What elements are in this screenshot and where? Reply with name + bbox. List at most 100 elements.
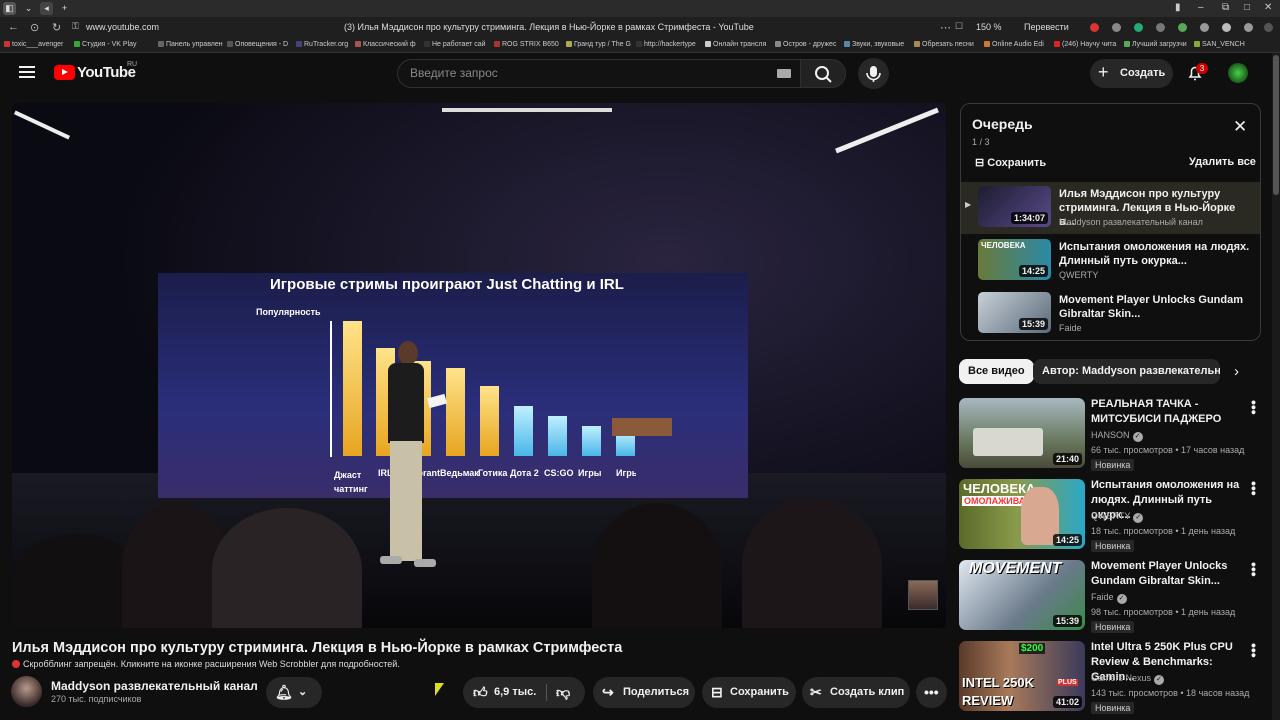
active-tab[interactable]: ◂ xyxy=(40,2,53,15)
bookmark-item[interactable]: Остров - дружес xyxy=(775,41,836,48)
tab-icon[interactable]: ◧ xyxy=(3,2,16,15)
channel-avatar[interactable] xyxy=(11,676,42,707)
recommended-video[interactable]: ЧЕЛОВЕКА ОМОЛАЖИВАЮТ?! 14:25 Испытания о… xyxy=(959,479,1262,552)
bookmark-item[interactable]: Студия - VK Play xyxy=(74,41,137,48)
channel-name[interactable]: Maddyson развлекательный канал xyxy=(51,679,258,693)
bookmark-item[interactable]: Лучший загрузчи xyxy=(1124,41,1187,48)
bookmark-item[interactable]: Классический ф xyxy=(355,41,416,48)
recommended-video[interactable]: 21:40 РЕАЛЬНАЯ ТАЧКА - МИТСУБИСИ ПАДЖЕРО… xyxy=(959,398,1262,471)
more-horizontal-icon: ••• xyxy=(924,684,939,700)
url-text[interactable]: www.youtube.com xyxy=(86,22,159,32)
queue-save-label: Сохранить xyxy=(987,157,1047,169)
extension-icon[interactable] xyxy=(1178,23,1187,32)
bookmark-item[interactable]: (246) Научу чита xyxy=(1054,41,1116,48)
dislike-icon[interactable]: 👎︎ xyxy=(556,683,570,701)
more-actions-button[interactable]: ••• xyxy=(916,677,947,708)
like-icon[interactable]: 👍︎ xyxy=(473,683,488,701)
back-icon[interactable]: ← xyxy=(8,21,19,33)
bookmark-item[interactable]: Звуки, звуковые xyxy=(844,41,904,48)
menu-icon[interactable] xyxy=(1264,23,1273,32)
profile-icon[interactable] xyxy=(1244,23,1253,32)
thumb-text: $200 xyxy=(1019,643,1046,654)
bookmark-item[interactable]: RuTracker.org xyxy=(296,41,348,48)
search-icon xyxy=(815,66,832,83)
bookmark-icon: ⊟ xyxy=(975,157,985,169)
forward-icon[interactable]: ⊙ xyxy=(30,21,39,34)
end-screen-thumbnail[interactable] xyxy=(908,580,938,610)
scrollbar-thumb[interactable] xyxy=(1273,55,1279,195)
subscribe-bell-button[interactable]: 🔔︎ ⌄ xyxy=(266,677,322,708)
queue-delete-all-button[interactable]: Удалить все xyxy=(1189,156,1256,168)
account-avatar[interactable] xyxy=(1228,63,1248,83)
bookmark-item[interactable]: Обрезать песни xyxy=(914,41,974,48)
close-window-icon[interactable]: ✕ xyxy=(1264,2,1272,13)
queue-item[interactable]: ▶ 1:34:07 Илья Мэддисон про культуру стр… xyxy=(961,182,1260,234)
video-player[interactable]: Игровые стримы проиграют Just Chatting и… xyxy=(12,103,946,628)
clip-button[interactable]: ✂ Создать клип xyxy=(802,677,910,708)
extension-icon[interactable] xyxy=(1200,23,1209,32)
search-input[interactable] xyxy=(410,66,750,80)
queue-item[interactable]: 15:39 Movement Player Unlocks Gundam Gib… xyxy=(961,288,1260,340)
bookmark-item[interactable]: Online Audio Edi xyxy=(984,41,1044,48)
page-scrollbar[interactable] xyxy=(1272,53,1280,720)
bookmark-item[interactable]: http://hackertype xyxy=(636,41,696,48)
search-button[interactable] xyxy=(800,59,846,88)
minimize-icon[interactable]: – xyxy=(1198,2,1204,13)
more-vertical-icon[interactable]: ••• xyxy=(1246,643,1262,658)
recommended-video[interactable]: $200 INTEL 250K PLUS REVIEW 41:02 Intel … xyxy=(959,641,1262,714)
more-vertical-icon[interactable]: ••• xyxy=(1246,481,1262,496)
more-icon[interactable]: ⋯ xyxy=(940,21,951,34)
extension-icon[interactable] xyxy=(1222,23,1231,32)
bookmark-item[interactable]: Гранд тур / The G xyxy=(566,41,631,48)
queue-save-button[interactable]: ⊟ Сохранить xyxy=(975,156,1046,169)
menu-hamburger-icon[interactable] xyxy=(19,66,35,79)
address-bar: ← ⊙ ↻ ⚿ www.youtube.com (3) Илья Мэддисо… xyxy=(0,17,1280,39)
bookmark-item[interactable]: Оповещения - D xyxy=(227,41,288,48)
create-button[interactable]: + Создать xyxy=(1090,59,1173,88)
queue-item-channel: QWERTY xyxy=(1059,270,1099,280)
save-button[interactable]: ⊟ Сохранить xyxy=(702,677,796,708)
chip-author[interactable]: Автор: Maddyson развлекательный канал xyxy=(1033,359,1220,384)
close-icon[interactable]: ✕ xyxy=(1233,118,1247,136)
voice-search-button[interactable] xyxy=(858,58,889,89)
bookmark-item[interactable]: Онлайн трансля xyxy=(705,41,766,48)
bookmark-item[interactable]: SAN_VENCH xyxy=(1194,41,1245,48)
extension-red-icon[interactable] xyxy=(1090,23,1099,32)
chip-all-videos[interactable]: Все видео xyxy=(959,359,1034,384)
presentation-slide: Игровые стримы проиграют Just Chatting и… xyxy=(158,273,748,498)
more-vertical-icon[interactable]: ••• xyxy=(1246,562,1262,577)
bookmark-item[interactable]: toxic___avenger xyxy=(4,41,63,48)
restore-icon[interactable]: ⧉ xyxy=(1222,2,1229,13)
translate-button[interactable]: Перевести xyxy=(1024,22,1069,32)
recommended-video[interactable]: MOVEMENT 15:39 Movement Player Unlocks G… xyxy=(959,560,1262,633)
zoom-level[interactable]: 150 % xyxy=(976,22,1002,32)
keyboard-icon[interactable] xyxy=(777,69,791,78)
bookmark-item[interactable]: Панель управлен xyxy=(158,41,223,48)
youtube-logo-icon[interactable] xyxy=(54,65,75,80)
like-count[interactable]: 6,9 тыс. xyxy=(494,686,536,698)
slide-category: Игры xyxy=(578,468,602,478)
bookmark-item[interactable]: Не работает сай xyxy=(424,41,486,48)
tab-menu-icon[interactable]: ⌄ xyxy=(22,2,35,15)
extension-icon[interactable] xyxy=(1156,23,1165,32)
audience-member xyxy=(592,503,722,628)
duration-label: 21:40 xyxy=(1052,453,1082,465)
new-tab-icon[interactable]: + xyxy=(58,2,71,15)
extension-icon[interactable] xyxy=(1134,23,1143,32)
bookmark-item[interactable]: ROG STRIX B650 xyxy=(494,41,559,48)
queue-item[interactable]: ЧЕЛОВЕКА 14:25 Испытания омоложения на л… xyxy=(961,235,1260,287)
maximize-icon[interactable]: □ xyxy=(1244,2,1250,13)
chevron-right-icon[interactable]: › xyxy=(1234,362,1239,382)
bookmark-icon[interactable]: ☐ xyxy=(955,21,963,32)
verified-icon: ✓ xyxy=(1132,432,1143,442)
scrobbler-text: Скробблинг запрещён. Кликните на иконке … xyxy=(23,659,400,669)
audience-member xyxy=(212,508,362,628)
extension-icon[interactable] xyxy=(1112,23,1121,32)
more-vertical-icon[interactable]: ••• xyxy=(1246,400,1262,415)
extension-icon[interactable]: ▮ xyxy=(1175,2,1181,13)
share-button[interactable]: ↪ Поделиться xyxy=(593,677,695,708)
browser-tab-bar: ◧ ⌄ ◂ + ▮ – ⧉ □ ✕ xyxy=(0,0,1280,17)
page-title-bar: (3) Илья Мэддисон про культуру стриминга… xyxy=(344,22,754,32)
reload-icon[interactable]: ↻ xyxy=(52,21,61,34)
channel-name: Gamers Nexus ✓ xyxy=(1091,673,1165,685)
